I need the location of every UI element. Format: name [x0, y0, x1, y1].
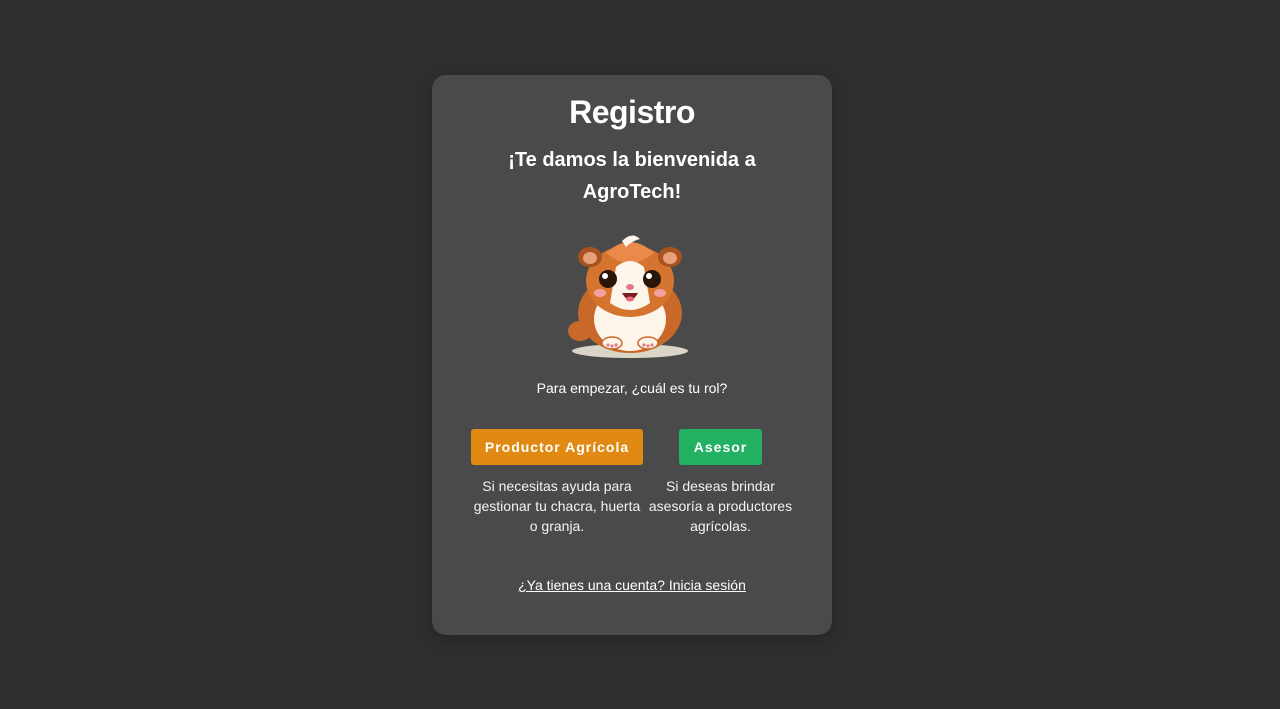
- producer-button[interactable]: Productor Agrícola: [471, 429, 643, 465]
- advisor-description: Si deseas brindar asesoría a productores…: [648, 478, 793, 534]
- guinea-pig-mascot-icon: [568, 235, 688, 358]
- welcome-heading: ¡Te damos la bienvenida a AgroTech!: [508, 149, 756, 203]
- role-option-advisor: Asesor Si deseas brindar asesoría a prod…: [643, 429, 798, 536]
- producer-description: Si necesitas ayuda para gestionar tu cha…: [473, 478, 641, 534]
- role-option-producer: Productor Agrícola Si necesitas ayuda pa…: [471, 429, 643, 536]
- login-link[interactable]: ¿Ya tienes una cuenta? Inicia sesión: [432, 576, 832, 594]
- page-title: Registro: [569, 94, 695, 130]
- registration-card: Registro ¡Te damos la bienvenida a AgroT…: [432, 75, 832, 635]
- advisor-button[interactable]: Asesor: [679, 429, 762, 465]
- role-prompt: Para empezar, ¿cuál es tu rol?: [536, 380, 728, 396]
